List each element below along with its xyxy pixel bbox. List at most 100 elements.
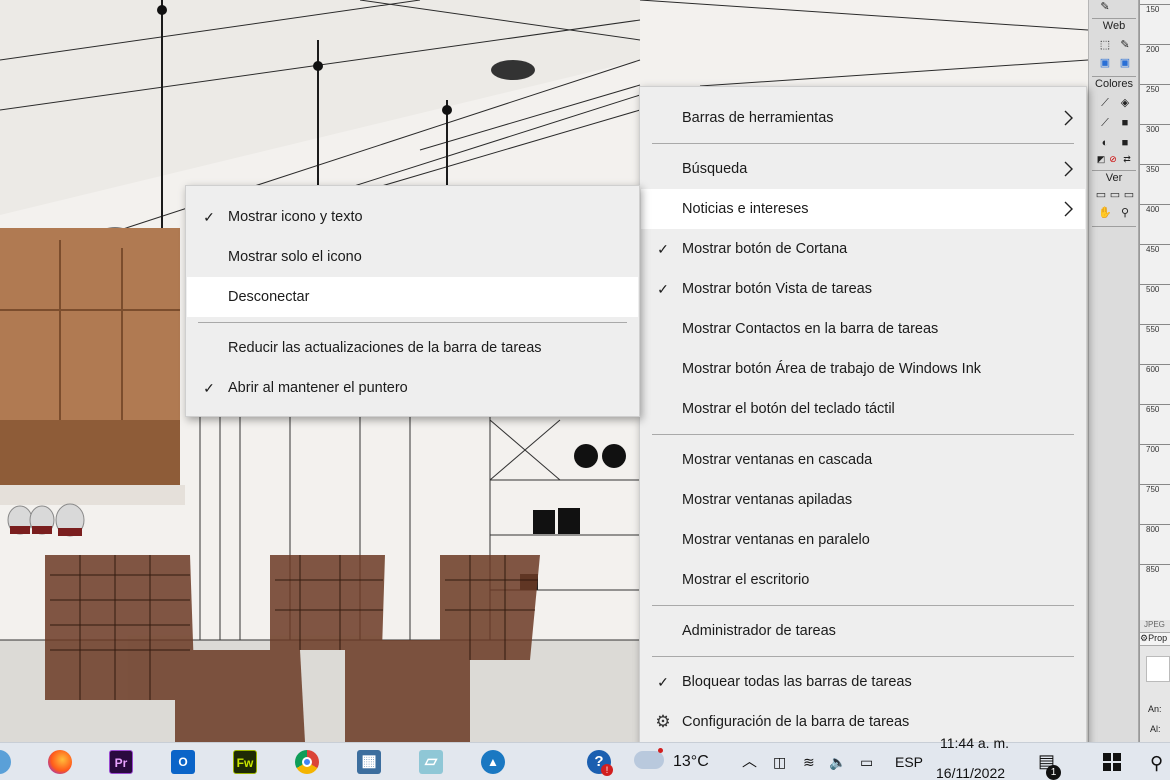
properties-icon: ⚙ bbox=[1140, 633, 1149, 643]
menu-item-cascade-windows[interactable]: Mostrar ventanas en cascada bbox=[641, 440, 1085, 480]
jpeg-tab[interactable]: JPEG bbox=[1144, 620, 1165, 629]
weather-temperature: 13°C bbox=[673, 753, 709, 770]
stroke-color-icon[interactable]: ◐ bbox=[1097, 136, 1113, 150]
clock[interactable]: 11:44 a. m. 16/11/2022 bbox=[936, 735, 1022, 780]
ruler-tick: 650 bbox=[1140, 404, 1170, 444]
eyedropper-icon[interactable]: ⟋ bbox=[1097, 96, 1113, 110]
show-slices-icon[interactable]: ▣ bbox=[1117, 56, 1133, 70]
camera-icon[interactable]: ◫ bbox=[773, 743, 786, 780]
notification-center-button[interactable]: ▤ 1 bbox=[1034, 745, 1068, 780]
paint-bucket-icon[interactable]: ◈ bbox=[1117, 96, 1133, 110]
taskbar-context-menu: Barras de herramientas Búsqueda Noticias… bbox=[639, 86, 1087, 750]
taskbar-app-premiere[interactable]: Pr bbox=[104, 746, 138, 778]
ruler-tick: 250 bbox=[1140, 84, 1170, 124]
zoom-tool-icon[interactable]: ⚲ bbox=[1117, 206, 1133, 220]
menu-item-label: Mostrar ventanas apiladas bbox=[682, 492, 853, 508]
hide-slices-icon[interactable]: ▣ bbox=[1097, 56, 1113, 70]
calculator-icon: ▦ bbox=[357, 750, 381, 774]
menu-item-label: Mostrar botón Área de trabajo de Windows… bbox=[682, 361, 982, 377]
menu-item-label: Reducir las actualizaciones de la barra … bbox=[228, 340, 542, 356]
submenu-item-show-icon-and-text[interactable]: ✓ Mostrar icono y texto bbox=[187, 197, 638, 237]
submenu-item-reduce-updates[interactable]: Reducir las actualizaciones de la barra … bbox=[187, 328, 638, 368]
taskbar-app-chrome[interactable] bbox=[290, 746, 324, 778]
menu-item-show-task-view-button[interactable]: ✓ Mostrar botón Vista de tareas bbox=[641, 269, 1085, 309]
full-screen-icon[interactable]: ▭ bbox=[1121, 188, 1137, 202]
thumbnail-preview bbox=[1146, 656, 1170, 682]
menu-item-label: Mostrar icono y texto bbox=[228, 209, 363, 225]
ruler-tick: 550 bbox=[1140, 324, 1170, 364]
menu-item-label: Mostrar Contactos en la barra de tareas bbox=[682, 321, 939, 337]
menu-item-toolbars[interactable]: Barras de herramientas bbox=[641, 98, 1085, 138]
taskbar-app-outlook[interactable]: O bbox=[166, 746, 200, 778]
menu-item-show-desktop[interactable]: Mostrar el escritorio bbox=[641, 560, 1085, 600]
ruler-tick: 700 bbox=[1140, 444, 1170, 484]
submenu-item-disconnect[interactable]: Desconectar bbox=[187, 277, 638, 317]
taskbar-app-calculator[interactable]: ▦ bbox=[352, 746, 386, 778]
menu-item-label: Barras de herramientas bbox=[682, 110, 834, 126]
ruler-tick: 600 bbox=[1140, 364, 1170, 404]
slice-tool-icon[interactable]: ⬚ bbox=[1097, 38, 1113, 52]
submenu-item-open-on-hover[interactable]: ✓ Abrir al mantener el puntero bbox=[187, 368, 638, 408]
menu-item-label: Mostrar el botón del teclado táctil bbox=[682, 401, 895, 417]
chevron-right-icon bbox=[1064, 201, 1073, 217]
menu-item-show-touch-keyboard-button[interactable]: Mostrar el botón del teclado táctil bbox=[641, 389, 1085, 429]
menu-item-label: Noticias e intereses bbox=[682, 201, 809, 217]
taskbar-app-triangle[interactable]: ▲ bbox=[476, 746, 510, 778]
fill-swatch-icon[interactable]: ■ bbox=[1117, 136, 1133, 150]
menu-item-search[interactable]: Búsqueda bbox=[641, 149, 1085, 189]
fireworks-icon: Fw bbox=[233, 750, 257, 774]
menu-item-side-by-side-windows[interactable]: Mostrar ventanas en paralelo bbox=[641, 520, 1085, 560]
menu-item-show-cortana-button[interactable]: ✓ Mostrar botón de Cortana bbox=[641, 229, 1085, 269]
checkmark-icon: ✓ bbox=[203, 380, 215, 396]
chevron-right-icon bbox=[1064, 161, 1073, 177]
pencil-icon[interactable]: ⟋ bbox=[1097, 116, 1113, 130]
menu-item-stacked-windows[interactable]: Mostrar ventanas apiladas bbox=[641, 480, 1085, 520]
menu-item-taskbar-settings[interactable]: ⚙ Configuración de la barra de tareas bbox=[641, 702, 1085, 742]
language-indicator[interactable]: ESP bbox=[895, 743, 923, 780]
colors-section-label: Colores bbox=[1095, 78, 1133, 90]
ruler-tick: 150 bbox=[1140, 4, 1170, 44]
outlook-icon: O bbox=[171, 750, 195, 774]
menu-item-lock-all-taskbars[interactable]: ✓ Bloquear todas las barras de tareas bbox=[641, 662, 1085, 702]
app-icon bbox=[0, 750, 11, 774]
edit-tool-icon[interactable]: ✎ bbox=[1117, 38, 1133, 52]
chrome-icon bbox=[295, 750, 319, 774]
hotspot-tool-icon[interactable]: ✎ bbox=[1097, 0, 1113, 14]
hand-tool-icon[interactable]: ✋ bbox=[1097, 206, 1113, 220]
taskbar-app-fireworks[interactable]: Fw bbox=[228, 746, 262, 778]
taskbar-app-help[interactable]: ? ! bbox=[582, 746, 616, 778]
ruler-tick: 850 bbox=[1140, 564, 1170, 604]
menu-item-show-windows-ink-button[interactable]: Mostrar botón Área de trabajo de Windows… bbox=[641, 349, 1085, 389]
taskbar-app-firefox[interactable] bbox=[43, 746, 77, 778]
ruler-tick: 750 bbox=[1140, 484, 1170, 524]
menu-item-show-contacts[interactable]: Mostrar Contactos en la barra de tareas bbox=[641, 309, 1085, 349]
firefox-icon bbox=[48, 750, 72, 774]
menu-item-task-manager[interactable]: Administrador de tareas bbox=[641, 611, 1085, 651]
ruler-tick: 200 bbox=[1140, 44, 1170, 84]
premiere-icon: Pr bbox=[109, 750, 133, 774]
chevron-up-icon[interactable]: ︿ bbox=[742, 743, 757, 780]
ruler-tick: 500 bbox=[1140, 284, 1170, 324]
search-button[interactable]: ⚲ bbox=[1146, 747, 1170, 777]
properties-tab-label: Prop bbox=[1148, 633, 1168, 643]
view-section-label: Ver bbox=[1105, 172, 1123, 184]
tool-palette: ✎ Web ⬚ ✎ ▣ ▣ Colores ⟋ ◈ ⟋ ■ ◐ ■ ◩ ⊘ ⇄ … bbox=[1088, 0, 1170, 742]
chevron-right-icon bbox=[1064, 110, 1073, 126]
taskbar-app-partial[interactable] bbox=[0, 746, 16, 778]
cloud-icon bbox=[634, 751, 664, 769]
weather-widget[interactable]: 13°C bbox=[630, 743, 720, 780]
start-button[interactable] bbox=[1095, 747, 1129, 777]
red-dot-icon bbox=[658, 748, 663, 753]
volume-icon[interactable]: 🔈 bbox=[829, 743, 846, 780]
menu-item-label: Bloquear todas las barras de tareas bbox=[682, 674, 912, 690]
wifi-icon[interactable]: ≋ bbox=[803, 743, 815, 780]
swap-colors-icon[interactable]: ⇄ bbox=[1119, 152, 1135, 166]
checkmark-icon: ✓ bbox=[657, 281, 669, 297]
fill-color-swatch[interactable]: ■ bbox=[1117, 116, 1133, 130]
properties-tab[interactable]: ⚙Prop bbox=[1140, 632, 1170, 646]
submenu-item-show-icon-only[interactable]: Mostrar solo el icono bbox=[187, 237, 638, 277]
battery-icon[interactable]: ▭ bbox=[860, 743, 873, 780]
menu-item-news-and-interests[interactable]: Noticias e intereses bbox=[641, 189, 1085, 229]
ruler-tick: 450 bbox=[1140, 244, 1170, 284]
taskbar-app-notepad[interactable]: ▱ bbox=[414, 746, 448, 778]
